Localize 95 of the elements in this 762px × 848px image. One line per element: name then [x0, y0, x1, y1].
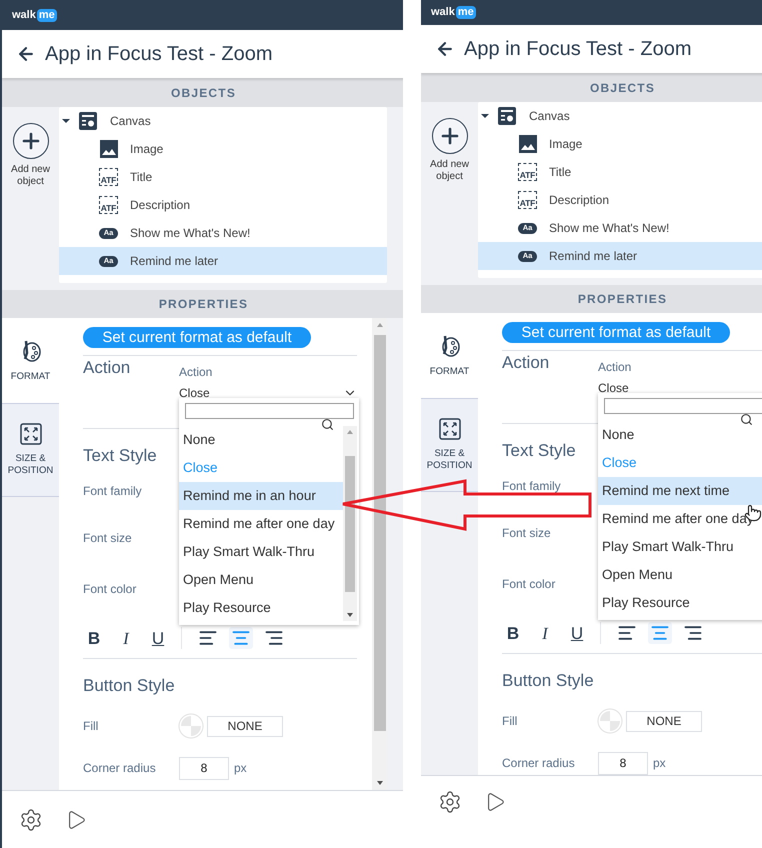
action-select[interactable]: Close — [598, 379, 762, 397]
dropdown-option[interactable]: Remind me after one day — [179, 510, 343, 538]
layout-icon — [498, 107, 516, 125]
property-label: Font color — [83, 581, 136, 598]
resize-icon — [20, 423, 42, 445]
tree-item[interactable]: Canvas — [478, 102, 762, 130]
tree-item[interactable]: ATF Title — [478, 158, 762, 186]
tree-item[interactable]: ATF Description — [478, 186, 762, 214]
search-icon — [321, 418, 334, 431]
section-header: OBJECTS — [2, 78, 403, 107]
format-button[interactable]: B — [83, 627, 105, 649]
dropdown-search-field[interactable] — [185, 403, 354, 419]
dropdown-search-field[interactable] — [604, 398, 762, 414]
section-heading: Text Style — [83, 445, 157, 467]
logo: walk me — [431, 6, 476, 19]
align-center-button[interactable] — [229, 627, 253, 649]
property-label: Fill — [83, 718, 100, 735]
tree-item[interactable]: Canvas — [59, 107, 387, 135]
format-button[interactable]: U — [566, 622, 588, 644]
field-label: Action — [598, 359, 632, 376]
palette-icon — [20, 338, 40, 362]
tree-item[interactable]: ATF Title — [59, 163, 387, 191]
property-label: Corner radius — [502, 755, 576, 772]
tree-item[interactable]: ATF Description — [59, 191, 387, 219]
property-label: Font color — [502, 576, 556, 593]
fill-value-box[interactable]: NONE — [626, 710, 702, 732]
settings-icon[interactable] — [19, 808, 43, 832]
side-tab[interactable]: FORMAT — [421, 313, 478, 398]
side-tab[interactable]: FORMAT — [2, 318, 59, 403]
back-icon[interactable] — [16, 44, 36, 64]
settings-icon[interactable] — [438, 790, 462, 814]
field-label: Action — [179, 364, 212, 381]
dropdown-option[interactable]: Remind me in an hour — [179, 482, 343, 510]
caret-icon[interactable] — [481, 114, 489, 118]
add-object-button[interactable] — [432, 118, 468, 154]
section-header: PROPERTIES — [421, 285, 762, 313]
dropdown-option[interactable]: Play Smart Walk-Thru — [179, 538, 343, 566]
dropdown-option[interactable]: Play Resource — [598, 589, 762, 617]
add-object-label: Add new object — [429, 159, 470, 183]
dropdown-option[interactable]: None — [598, 421, 762, 449]
tree-item[interactable]: Image — [59, 135, 387, 163]
image-icon — [518, 135, 536, 153]
scrollbar[interactable] — [372, 318, 387, 790]
text-element-icon: ATF — [99, 168, 118, 186]
section-header: OBJECTS — [421, 73, 762, 102]
transparent-swatch[interactable] — [597, 708, 623, 734]
property-label: Fill — [502, 713, 518, 730]
transparent-swatch[interactable] — [178, 713, 204, 739]
scrollbar[interactable] — [343, 426, 357, 621]
resize-icon — [438, 418, 460, 440]
format-button[interactable]: B — [502, 622, 524, 644]
format-button[interactable]: I — [115, 627, 137, 649]
dropdown-option[interactable]: Remind me next time — [598, 477, 762, 505]
dropdown-option[interactable]: Play Smart Walk-Thru — [598, 533, 762, 561]
property-label: Font family — [502, 478, 561, 495]
search-icon — [740, 413, 753, 426]
add-object-label: Add new object — [10, 164, 51, 188]
unit-label: px — [234, 760, 247, 777]
action-select[interactable]: Close — [179, 384, 357, 402]
tree-item[interactable]: Image — [478, 130, 762, 158]
logo: walk me — [12, 8, 57, 22]
page-title: App in Focus Test - Zoom — [45, 42, 272, 67]
section-heading: Action — [502, 352, 550, 374]
text-element-icon: ATF — [518, 163, 537, 181]
radius-input[interactable]: 8 — [179, 756, 229, 780]
image-icon — [100, 140, 118, 158]
page-title: App in Focus Test - Zoom — [464, 37, 692, 62]
layout-icon — [79, 112, 97, 130]
dropdown-option[interactable]: Open Menu — [598, 561, 762, 589]
back-icon[interactable] — [435, 39, 455, 59]
unit-label: px — [653, 755, 666, 772]
format-button[interactable]: I — [534, 622, 556, 644]
format-button[interactable]: U — [147, 627, 169, 649]
text-element-icon: ATF — [99, 196, 118, 214]
dropdown-option[interactable]: None — [179, 426, 343, 454]
section-heading: Button Style — [83, 675, 175, 697]
section-heading: Button Style — [502, 670, 594, 692]
text-element-icon: ATF — [518, 191, 537, 209]
radius-input[interactable]: 8 — [598, 752, 648, 774]
add-object-button[interactable] — [12, 123, 48, 159]
fill-value-box[interactable]: NONE — [207, 716, 283, 736]
dropdown-option[interactable]: Open Menu — [179, 566, 343, 594]
property-label: Font size — [502, 525, 551, 542]
section-header: PROPERTIES — [2, 290, 403, 318]
section-heading: Text Style — [502, 440, 576, 462]
dropdown-option[interactable]: Play Resource — [179, 594, 343, 622]
caret-icon[interactable] — [62, 119, 70, 123]
property-label: Font family — [83, 483, 142, 500]
property-label: Corner radius — [83, 760, 157, 777]
align-center-button[interactable] — [648, 622, 672, 644]
side-tab[interactable]: SIZE & POSITION — [421, 398, 478, 492]
section-heading: Action — [83, 357, 132, 379]
property-label: Font size — [83, 530, 132, 547]
palette-icon — [440, 334, 460, 358]
side-tab[interactable]: SIZE & POSITION — [2, 403, 59, 497]
